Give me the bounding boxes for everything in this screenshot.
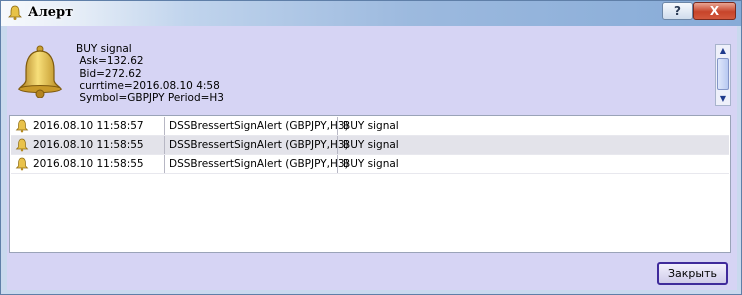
scroll-down-icon[interactable]: ▼ xyxy=(716,93,730,105)
alerts-list[interactable]: 2016.08.10 11:58:57 DSSBressertSignAlert… xyxy=(9,115,731,253)
alert-message: BUY signal xyxy=(343,158,399,170)
alert-message: BUY signal xyxy=(343,139,399,151)
alert-time: 2016.08.10 11:58:55 xyxy=(33,136,165,154)
scroll-up-icon[interactable]: ▲ xyxy=(716,45,730,57)
scroll-thumb[interactable] xyxy=(717,58,729,90)
close-button[interactable]: Закрыть xyxy=(657,262,728,285)
list-item[interactable]: 2016.08.10 11:58:57 DSSBressertSignAlert… xyxy=(11,117,729,136)
bell-icon xyxy=(15,119,29,133)
title-bar[interactable]: Алерт ? X xyxy=(1,1,741,26)
bell-icon xyxy=(15,157,29,171)
alert-time: 2016.08.10 11:58:55 xyxy=(33,155,165,173)
alert-expert: DSSBressertSignAlert (GBPJPY,H3) xyxy=(165,136,349,154)
alert-expert: DSSBressertSignAlert (GBPJPY,H3) xyxy=(165,117,349,135)
list-item[interactable]: 2016.08.10 11:58:55 DSSBressertSignAlert… xyxy=(11,155,729,174)
bell-icon xyxy=(15,138,29,152)
alert-expert: DSSBressertSignAlert (GBPJPY,H3) xyxy=(165,155,349,173)
alert-window: Алерт ? X BUY signal Ask=132.62 Bid=272.… xyxy=(0,0,742,295)
message-scrollbar[interactable]: ▲ ▼ xyxy=(715,44,731,106)
dialog-client-area: BUY signal Ask=132.62 Bid=272.62 currtim… xyxy=(7,26,737,290)
window-close-button[interactable]: X xyxy=(693,2,736,20)
alert-time: 2016.08.10 11:58:57 xyxy=(33,117,165,135)
message-panel: BUY signal Ask=132.62 Bid=272.62 currtim… xyxy=(9,36,731,106)
window-title: Алерт xyxy=(28,5,74,20)
list-item[interactable]: 2016.08.10 11:58:55 DSSBressertSignAlert… xyxy=(11,136,729,155)
alert-message-text: BUY signal Ask=132.62 Bid=272.62 currtim… xyxy=(76,43,224,105)
help-button[interactable]: ? xyxy=(662,2,693,20)
alert-message: BUY signal xyxy=(343,120,399,132)
bell-icon xyxy=(8,5,22,20)
bell-icon xyxy=(17,45,63,98)
